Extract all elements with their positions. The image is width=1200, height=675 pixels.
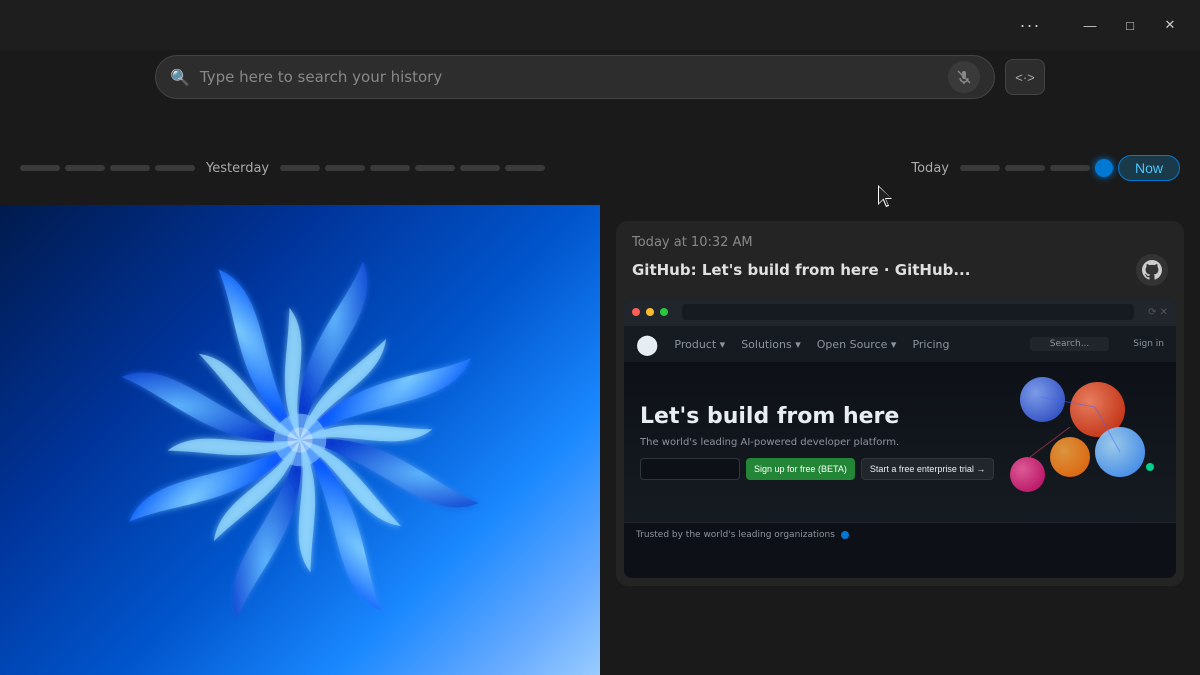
more-options-button[interactable]: ··· <box>1012 11 1048 39</box>
yesterday-label: Yesterday <box>200 161 275 176</box>
timeline-segment <box>460 165 500 171</box>
gh-email-input <box>640 458 740 480</box>
gh-nav-solutions: Solutions ▾ <box>741 338 801 351</box>
browser-dot-red <box>632 308 640 316</box>
gh-footer-text: Trusted by the world's leading organizat… <box>636 530 835 540</box>
url-bar <box>682 304 1134 320</box>
gh-nav-pricing: Pricing <box>912 338 949 351</box>
card-header: Today at 10:32 AM GitHub: Let's build fr… <box>616 221 1184 294</box>
timeline-segment <box>960 165 1000 171</box>
orb-connections <box>1010 377 1160 507</box>
github-nav: ⬤ Product ▾ Solutions ▾ Open Source ▾ Pr… <box>624 326 1176 362</box>
gh-hero-subtitle: The world's leading AI-powered developer… <box>640 437 1010 448</box>
gh-signup-btn: Sign up for free (BETA) <box>746 458 855 480</box>
browser-dot-green <box>660 308 668 316</box>
card-title-row: GitHub: Let's build from here · GitHub..… <box>632 254 1168 286</box>
gh-nav-open-source: Open Source ▾ <box>817 338 897 351</box>
wallpaper-panel <box>0 205 600 675</box>
timeline-segment <box>20 165 60 171</box>
browser-controls: ⟳ ✕ <box>1148 307 1168 318</box>
search-placeholder: Type here to search your history <box>200 68 938 86</box>
minimize-icon: — <box>1084 18 1097 33</box>
title-bar: ··· — □ ✕ <box>0 0 1200 50</box>
timeline-segment <box>155 165 195 171</box>
gh-cta-row: Sign up for free (BETA) Start a free ent… <box>640 458 1010 480</box>
close-button[interactable]: ✕ <box>1152 11 1188 39</box>
gh-enterprise-btn: Start a free enterprise trial → <box>861 458 995 480</box>
gh-search-bar: Search... <box>1030 337 1110 351</box>
timeline-segment <box>1005 165 1045 171</box>
gh-hero-visuals <box>1010 377 1160 507</box>
mic-off-icon <box>956 69 972 85</box>
timeline-segment <box>280 165 320 171</box>
browser-bar: ⟳ ✕ <box>624 298 1176 326</box>
search-area: 🔍 Type here to search your history <·> <box>155 55 1045 99</box>
timeline-now-dot <box>1095 159 1113 177</box>
card-time: Today at 10:32 AM <box>632 235 1168 250</box>
github-screenshot: ⟳ ✕ ⬤ Product ▾ Solutions ▾ Open Source … <box>624 298 1176 578</box>
now-button[interactable]: Now <box>1118 155 1180 181</box>
timeline-segment <box>415 165 455 171</box>
browser-dot-yellow <box>646 308 654 316</box>
timeline-segment <box>110 165 150 171</box>
search-box[interactable]: 🔍 Type here to search your history <box>155 55 995 99</box>
timeline-segment <box>370 165 410 171</box>
minimize-button[interactable]: — <box>1072 11 1108 39</box>
code-search-button[interactable]: <·> <box>1005 59 1045 95</box>
gh-footer: Trusted by the world's leading organizat… <box>624 522 1176 546</box>
mic-muted-button[interactable] <box>948 61 980 93</box>
code-icon: <·> <box>1015 70 1035 85</box>
timeline: Yesterday Today Now <box>0 148 1200 188</box>
gh-hero-content: Let's build from here The world's leadin… <box>640 404 1010 479</box>
close-icon: ✕ <box>1165 17 1176 33</box>
gh-signin: Sign in <box>1133 339 1164 349</box>
gh-hero-title: Let's build from here <box>640 404 1010 430</box>
windows-flower <box>90 230 510 650</box>
today-label: Today <box>905 161 955 176</box>
github-favicon-icon <box>1136 254 1168 286</box>
content-area: Today at 10:32 AM GitHub: Let's build fr… <box>0 205 1200 675</box>
github-hero: Let's build from here The world's leadin… <box>624 362 1176 522</box>
github-logo-icon <box>1142 260 1162 280</box>
timeline-segment <box>505 165 545 171</box>
maximize-icon: □ <box>1126 18 1134 33</box>
card-title: GitHub: Let's build from here · GitHub..… <box>632 261 970 279</box>
history-card[interactable]: Today at 10:32 AM GitHub: Let's build fr… <box>616 221 1184 586</box>
yesterday-group: Yesterday <box>20 161 545 176</box>
gh-nav-product: Product ▾ <box>674 338 725 351</box>
history-panel: Today at 10:32 AM GitHub: Let's build fr… <box>600 205 1200 675</box>
timeline-segment <box>1050 165 1090 171</box>
timeline-segment <box>325 165 365 171</box>
footer-dot <box>841 531 849 539</box>
maximize-button[interactable]: □ <box>1112 11 1148 39</box>
search-icon: 🔍 <box>170 68 190 87</box>
today-group: Today Now <box>905 155 1180 181</box>
timeline-segment <box>65 165 105 171</box>
github-nav-logo: ⬤ <box>636 332 658 356</box>
more-icon: ··· <box>1020 15 1041 36</box>
